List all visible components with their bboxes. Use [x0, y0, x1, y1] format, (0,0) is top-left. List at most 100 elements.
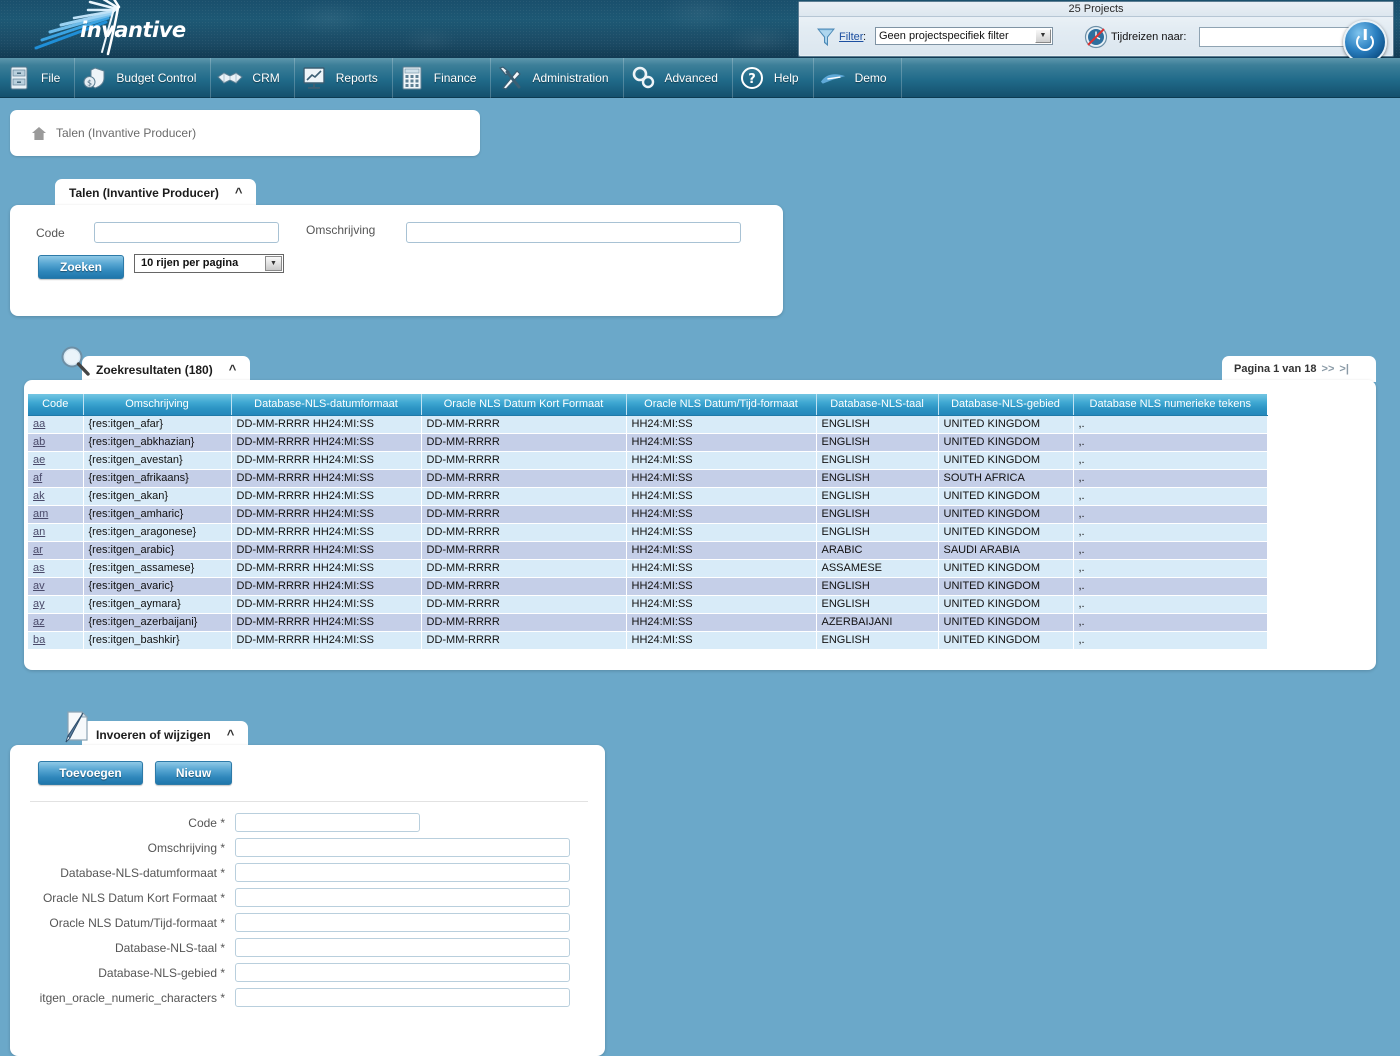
table-cell: ,.: [1073, 595, 1267, 613]
row-code-link[interactable]: ba: [33, 634, 45, 646]
search-button[interactable]: Zoeken: [38, 255, 124, 279]
menu-item-budget-control[interactable]: $ Budget Control: [75, 58, 211, 98]
filter-link[interactable]: Filter: [839, 31, 863, 43]
menu-item-administration[interactable]: Administration: [491, 58, 623, 98]
column-header-6[interactable]: Database-NLS-gebied: [938, 394, 1073, 415]
project-filter-select[interactable]: Geen projectspecifiek filter ▼: [875, 27, 1053, 45]
presentation-chart-icon: [301, 65, 327, 91]
row-code-link-cell[interactable]: ba: [28, 631, 83, 649]
table-row[interactable]: aa{res:itgen_afar}DD-MM-RRRR HH24:MI:SSD…: [28, 415, 1267, 433]
row-code-link[interactable]: ae: [33, 454, 45, 466]
row-code-link[interactable]: an: [33, 526, 45, 538]
table-row[interactable]: az{res:itgen_azerbaijani}DD-MM-RRRR HH24…: [28, 613, 1267, 631]
column-header-4[interactable]: Oracle NLS Datum/Tijd-formaat: [626, 394, 816, 415]
row-code-link[interactable]: ak: [33, 490, 45, 502]
row-code-link[interactable]: av: [33, 580, 45, 592]
svg-text:?: ?: [748, 72, 756, 87]
pager-last-button[interactable]: >|: [1339, 363, 1349, 375]
search-panel-tab[interactable]: Talen (Invantive Producer) ^: [55, 179, 256, 206]
results-panel-tab[interactable]: Zoekresultaten (180) ^: [82, 356, 250, 383]
row-code-link-cell[interactable]: ab: [28, 433, 83, 451]
rows-per-page-select[interactable]: 10 rijen per pagina ▼: [134, 254, 284, 273]
form-input[interactable]: [235, 913, 570, 932]
menu-item-reports[interactable]: Reports: [295, 58, 393, 98]
chevron-up-double-icon[interactable]: ^: [235, 185, 243, 200]
table-row[interactable]: am{res:itgen_amharic}DD-MM-RRRR HH24:MI:…: [28, 505, 1267, 523]
table-cell: DD-MM-RRRR: [421, 505, 626, 523]
pager-next-button[interactable]: >>: [1322, 363, 1335, 375]
row-code-link[interactable]: aa: [33, 418, 45, 430]
search-code-input[interactable]: [94, 222, 279, 243]
table-cell: UNITED KINGDOM: [938, 523, 1073, 541]
menu-item-crm[interactable]: CRM: [211, 58, 294, 98]
row-code-link-cell[interactable]: ar: [28, 541, 83, 559]
menu-item-help[interactable]: ? Help: [733, 58, 814, 98]
form-input[interactable]: [235, 963, 570, 982]
row-code-link-cell[interactable]: ay: [28, 595, 83, 613]
chevron-up-double-icon[interactable]: ^: [229, 362, 237, 377]
form-input[interactable]: [235, 938, 570, 957]
menu-item-demo[interactable]: Demo: [814, 58, 902, 98]
table-row[interactable]: ae{res:itgen_avestan}DD-MM-RRRR HH24:MI:…: [28, 451, 1267, 469]
table-row[interactable]: ar{res:itgen_arabic}DD-MM-RRRR HH24:MI:S…: [28, 541, 1267, 559]
row-code-link-cell[interactable]: am: [28, 505, 83, 523]
row-code-link-cell[interactable]: an: [28, 523, 83, 541]
menu-item-file[interactable]: File: [0, 58, 75, 98]
column-header-2[interactable]: Database-NLS-datumformaat: [231, 394, 421, 415]
add-button[interactable]: Toevoegen: [38, 761, 143, 785]
column-header-3[interactable]: Oracle NLS Datum Kort Formaat: [421, 394, 626, 415]
home-icon[interactable]: [32, 127, 46, 140]
table-row[interactable]: ak{res:itgen_akan}DD-MM-RRRR HH24:MI:SSD…: [28, 487, 1267, 505]
column-header-7[interactable]: Database NLS numerieke tekens: [1073, 394, 1267, 415]
invantive-logo[interactable]: invantive: [28, 0, 203, 58]
row-code-link-cell[interactable]: az: [28, 613, 83, 631]
timetravel-input[interactable]: [1199, 27, 1359, 47]
table-cell: DD-MM-RRRR HH24:MI:SS: [231, 541, 421, 559]
row-code-link-cell[interactable]: ak: [28, 487, 83, 505]
form-input[interactable]: [235, 838, 570, 857]
table-cell: HH24:MI:SS: [626, 469, 816, 487]
table-cell: DD-MM-RRRR: [421, 559, 626, 577]
table-row[interactable]: as {res:itgen_assamese}DD-MM-RRRR HH24:MI…: [28, 559, 1267, 577]
row-code-link-cell[interactable]: aa: [28, 415, 83, 433]
table-row[interactable]: an{res:itgen_aragonese}DD-MM-RRRR HH24:M…: [28, 523, 1267, 541]
entry-panel-tab[interactable]: Invoeren of wijzigen ^: [82, 721, 248, 748]
row-code-link-cell[interactable]: af: [28, 469, 83, 487]
column-header-0[interactable]: Code: [28, 394, 83, 415]
table-cell: {res:itgen_afrikaans}: [83, 469, 231, 487]
menu-item-advanced[interactable]: Advanced: [624, 58, 733, 98]
form-input[interactable]: [235, 863, 570, 882]
row-code-link-cell[interactable]: ae: [28, 451, 83, 469]
new-button[interactable]: Nieuw: [155, 761, 232, 785]
row-code-link[interactable]: af: [33, 472, 42, 484]
row-code-link[interactable]: am: [33, 508, 48, 520]
table-cell: ,.: [1073, 541, 1267, 559]
table-cell: DD-MM-RRRR HH24:MI:SS: [231, 469, 421, 487]
row-code-link[interactable]: az: [33, 616, 45, 628]
search-omschrijving-input[interactable]: [406, 222, 741, 243]
table-row[interactable]: af {res:itgen_afrikaans}DD-MM-RRRR HH24:M…: [28, 469, 1267, 487]
table-row[interactable]: av{res:itgen_avaric}DD-MM-RRRR HH24:MI:S…: [28, 577, 1267, 595]
time-travel-clock-icon[interactable]: [1084, 25, 1108, 49]
row-code-link[interactable]: ab: [33, 436, 45, 448]
table-cell: DD-MM-RRRR: [421, 595, 626, 613]
menu-label-demo: Demo: [855, 71, 887, 85]
table-cell: DD-MM-RRRR HH24:MI:SS: [231, 559, 421, 577]
row-code-link-cell[interactable]: av: [28, 577, 83, 595]
table-cell: {res:itgen_assamese}: [83, 559, 231, 577]
row-code-link[interactable]: as: [33, 562, 45, 574]
row-code-link-cell[interactable]: as: [28, 559, 83, 577]
row-code-link[interactable]: ar: [33, 544, 43, 556]
swoosh-icon: [820, 65, 846, 91]
form-input[interactable]: [235, 813, 420, 832]
column-header-5[interactable]: Database-NLS-taal: [816, 394, 938, 415]
form-input[interactable]: [235, 988, 570, 1007]
form-input[interactable]: [235, 888, 570, 907]
menu-item-finance[interactable]: Finance: [393, 58, 492, 98]
table-row[interactable]: ab{res:itgen_abkhazian}DD-MM-RRRR HH24:M…: [28, 433, 1267, 451]
column-header-1[interactable]: Omschrijving: [83, 394, 231, 415]
row-code-link[interactable]: ay: [33, 598, 45, 610]
chevron-up-double-icon[interactable]: ^: [227, 727, 235, 742]
table-row[interactable]: ba{res:itgen_bashkir}DD-MM-RRRR HH24:MI:…: [28, 631, 1267, 649]
table-row[interactable]: ay{res:itgen_aymara}DD-MM-RRRR HH24:MI:S…: [28, 595, 1267, 613]
